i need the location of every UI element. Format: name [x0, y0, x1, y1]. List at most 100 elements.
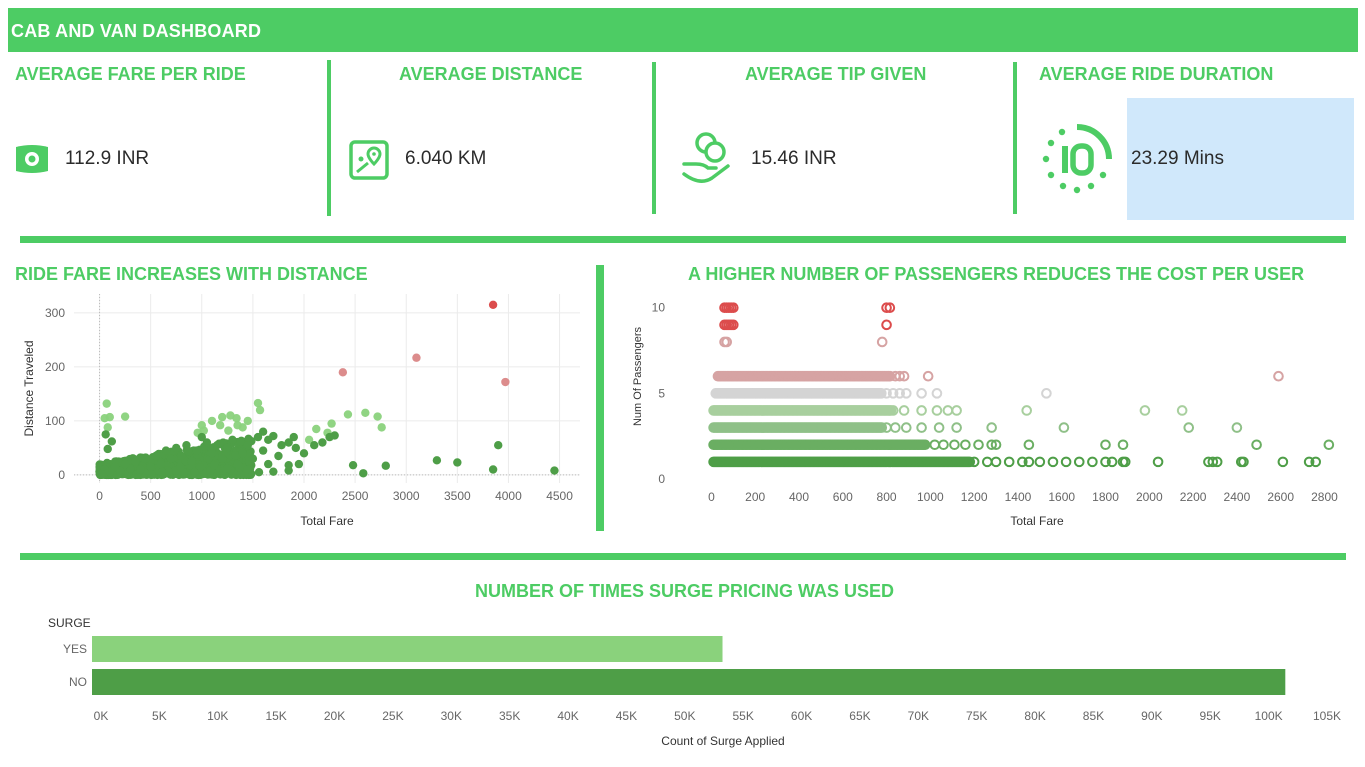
x-tick-label: 3500	[444, 489, 471, 503]
data-point	[1183, 422, 1195, 433]
cash-icon	[16, 145, 48, 173]
data-point	[243, 441, 252, 450]
data-point	[1117, 439, 1129, 451]
x-tick-label: 70K	[908, 709, 929, 723]
data-point	[1231, 422, 1243, 433]
x-tick-label: 75K	[966, 709, 987, 723]
map-pin-icon	[349, 140, 389, 180]
data-point	[338, 368, 348, 377]
hand-coins-icon	[682, 132, 730, 183]
data-point	[1003, 456, 1015, 468]
chart3-title: NUMBER OF TIMES SURGE PRICING WAS USED	[475, 581, 895, 601]
timer-10-icon	[1042, 124, 1112, 194]
data-point	[951, 405, 962, 416]
data-point	[343, 410, 353, 419]
x-tick-label: 50K	[674, 709, 695, 723]
data-point	[1034, 456, 1046, 468]
data-point	[207, 449, 217, 458]
data-point	[212, 441, 222, 450]
data-point	[922, 370, 934, 382]
data-point	[192, 446, 201, 455]
data-point	[131, 457, 140, 466]
data-point	[182, 441, 191, 450]
data-point	[228, 435, 237, 444]
legend-title: SURGE	[48, 616, 91, 630]
data-point	[258, 427, 268, 436]
data-point	[161, 446, 171, 455]
kpi-divider	[652, 62, 656, 214]
data-point	[325, 432, 334, 442]
x-tick-label: 2600	[1267, 490, 1294, 504]
x-axis-label: Count of Surge Applied	[661, 734, 784, 748]
data-point	[209, 460, 219, 470]
kpi-value-distance: 6.040 KM	[405, 148, 487, 169]
x-tick-label: 2500	[342, 489, 369, 503]
data-point	[157, 467, 167, 477]
data-point	[1273, 370, 1284, 382]
x-axis-label: Total Fare	[300, 514, 354, 528]
x-tick-label: 20K	[324, 709, 345, 723]
data-point	[156, 459, 166, 469]
data-point	[990, 456, 1002, 468]
data-point	[264, 459, 273, 469]
x-tick-label: 40K	[557, 709, 578, 723]
data-point	[176, 462, 185, 471]
data-point	[166, 454, 176, 463]
data-point	[1152, 456, 1164, 468]
x-tick-label: 10K	[207, 709, 228, 723]
data-point	[269, 467, 278, 476]
x-tick-label: 65K	[849, 709, 870, 723]
data-point	[933, 422, 945, 433]
fare-distance-scatter: 01002003000 500 1000 1500 2000 2500 3000 3500 40…	[22, 294, 580, 528]
bar	[92, 669, 1286, 695]
data-point	[312, 424, 321, 434]
data-point	[310, 441, 319, 450]
data-point	[1277, 456, 1289, 468]
kpi-title-tip: AVERAGE TIP GIVEN	[745, 64, 927, 84]
x-tick-label: 0K	[94, 709, 109, 723]
data-point	[916, 405, 927, 416]
dashboard-title: CAB AND VAN DASHBOARD	[11, 21, 262, 41]
data-point	[1021, 405, 1033, 416]
x-tick-label: 4500	[546, 489, 573, 503]
data-point	[233, 421, 242, 430]
bar	[92, 636, 723, 662]
data-point	[254, 468, 264, 477]
data-point	[107, 437, 117, 446]
data-point	[929, 439, 941, 451]
chart1-title: RIDE FARE INCREASES WITH DISTANCE	[15, 264, 368, 284]
x-tick-label: 1400	[1005, 490, 1032, 504]
data-point	[348, 460, 358, 470]
x-tick-label: 2400	[1224, 490, 1251, 504]
data-point	[949, 439, 960, 451]
data-point	[248, 454, 258, 463]
x-tick-label: 1500	[240, 489, 267, 503]
x-tick-label: 600	[833, 490, 853, 504]
x-tick-label: 15K	[265, 709, 286, 723]
y-tick-label: 100	[45, 414, 65, 428]
x-tick-label: 80K	[1024, 709, 1045, 723]
data-point	[151, 451, 160, 461]
x-tick-label: 105K	[1313, 709, 1341, 723]
x-tick-label: 85K	[1083, 709, 1104, 723]
data-point	[359, 469, 368, 478]
data-point	[494, 441, 503, 450]
data-point	[1058, 422, 1070, 433]
data-point	[361, 408, 370, 417]
data-point	[931, 405, 943, 416]
section-divider	[20, 236, 1346, 243]
data-point	[900, 422, 912, 433]
data-point	[103, 444, 112, 454]
x-tick-label: 400	[789, 490, 809, 504]
x-tick-label: 1200	[961, 490, 988, 504]
data-point	[97, 469, 106, 479]
chart-divider	[596, 265, 604, 531]
x-tick-label: 55K	[733, 709, 754, 723]
data-point	[215, 421, 225, 430]
data-point	[218, 454, 227, 463]
data-point	[327, 419, 336, 428]
data-point	[105, 412, 114, 422]
x-tick-label: 2000	[1136, 490, 1163, 504]
kpi-value-duration: 23.29 Mins	[1131, 148, 1224, 169]
data-point	[223, 464, 232, 473]
